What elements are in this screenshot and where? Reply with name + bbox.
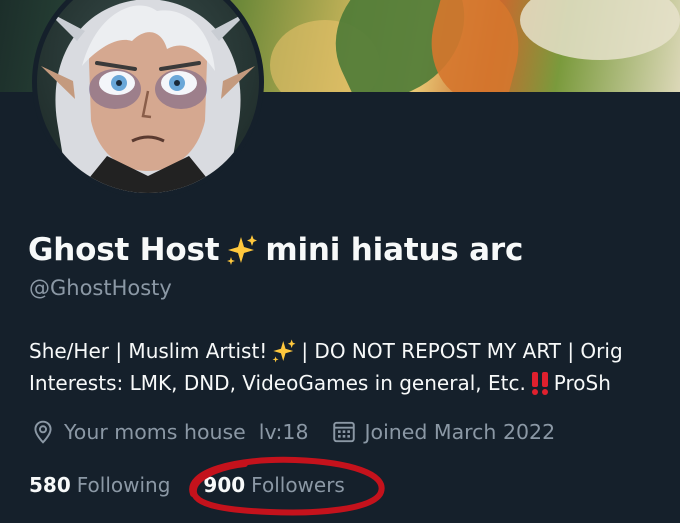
bio-text: She/Her | Muslim Artist!: [29, 339, 268, 363]
profile-joined: Joined March 2022: [331, 419, 556, 445]
profile-name-row: Ghost Host mini hiatus arc: [28, 232, 523, 268]
map-pin-icon: [34, 420, 52, 444]
bio-text: Interests: LMK, DND, VideoGames in gener…: [29, 371, 526, 395]
profile-location: Your moms house lv:18: [30, 419, 309, 445]
bio-text: ProSh: [553, 371, 611, 395]
display-name-suffix: mini hiatus arc: [265, 232, 524, 268]
following-label: Following: [76, 473, 171, 497]
profile-stats: 580 Following 900 Followers: [29, 473, 378, 497]
location-text: Your moms house lv:18: [64, 420, 309, 444]
sparkles-icon: [272, 339, 296, 363]
followers-count: 900: [203, 473, 246, 497]
profile-handle: @GhostHosty: [29, 276, 172, 300]
bio-line-2: Interests: LMK, DND, VideoGames in gener…: [29, 367, 623, 399]
following-link[interactable]: 580 Following: [29, 473, 170, 497]
joined-text: Joined March 2022: [364, 420, 556, 444]
profile-avatar[interactable]: [32, 0, 264, 198]
avatar-illustration: [41, 0, 255, 193]
sparkles-icon: [227, 235, 258, 265]
following-count: 580: [29, 473, 71, 497]
display-name: Ghost Host: [28, 232, 220, 268]
profile-meta: Your moms house lv:18 Joined March 2022: [30, 419, 577, 445]
followers-link[interactable]: 900 Followers: [203, 473, 344, 497]
bio-text: | DO NOT REPOST MY ART | Orig: [301, 339, 623, 363]
profile-bio: She/Her | Muslim Artist! | DO NOT REPOST…: [29, 335, 623, 399]
bio-line-1: She/Her | Muslim Artist! | DO NOT REPOST…: [29, 335, 623, 367]
followers-label: Followers: [251, 473, 345, 497]
double-exclamation-icon: [531, 372, 548, 395]
calendar-icon: [332, 421, 355, 443]
